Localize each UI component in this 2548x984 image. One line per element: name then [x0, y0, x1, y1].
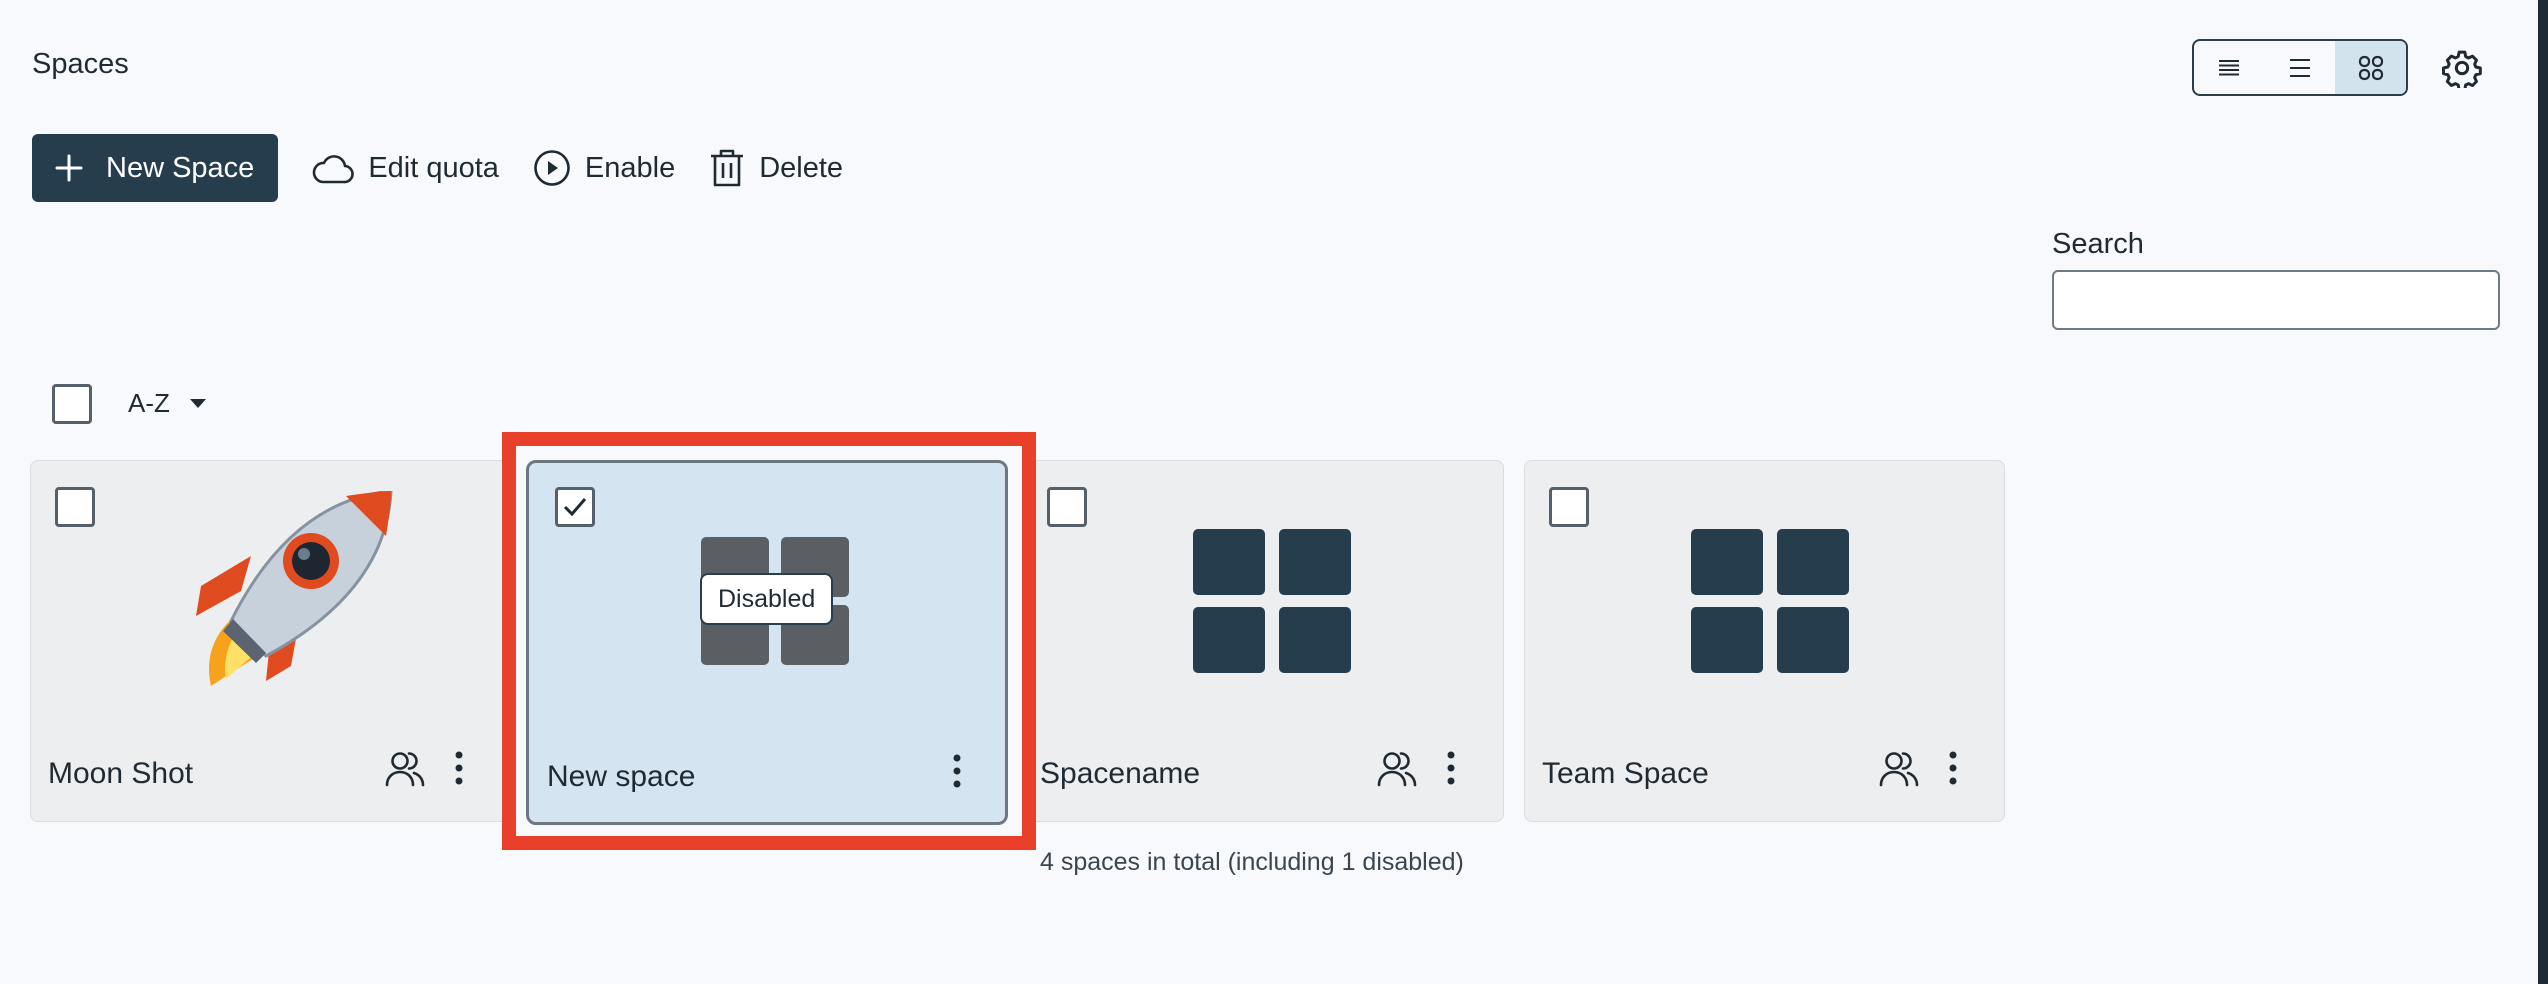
- view-toggle: [2192, 39, 2408, 96]
- caret-down-icon: [189, 399, 206, 408]
- kebab-menu-icon: [455, 751, 463, 785]
- kebab-menu-icon: [1447, 751, 1455, 785]
- new-space-button[interactable]: New Space: [32, 134, 279, 202]
- spaces-app: Spaces New Space Edit quota Enable Delet…: [0, 0, 2548, 984]
- members-button[interactable]: [1877, 746, 1921, 790]
- edit-quota-label: Edit quota: [368, 151, 499, 184]
- kebab-menu-icon: [1949, 751, 1957, 785]
- rocket-emoji-image: [196, 491, 393, 686]
- checkmark-icon: [563, 498, 587, 517]
- search-label: Search: [2052, 228, 2144, 260]
- more-actions-button[interactable]: [447, 746, 471, 790]
- space-checkbox-checked[interactable]: [555, 487, 595, 527]
- page-title: Spaces: [32, 48, 129, 80]
- play-circle-icon: [534, 150, 570, 186]
- cloud-icon: [313, 155, 355, 184]
- sort-label: A-Z: [128, 388, 170, 418]
- window-edge: [2538, 0, 2548, 984]
- plus-icon: [55, 154, 83, 182]
- search-input[interactable]: [2052, 270, 2500, 330]
- users-icon: [1377, 752, 1417, 787]
- space-card-team-space[interactable]: Team Space: [1524, 460, 2005, 822]
- table-view-button[interactable]: [2265, 41, 2336, 94]
- delete-label: Delete: [759, 151, 844, 184]
- space-name: New space: [547, 760, 696, 793]
- space-card-spacename[interactable]: Spacename: [1022, 460, 1504, 822]
- spaces-summary: 4 spaces in total (including 1 disabled): [1040, 848, 1464, 876]
- space-name: Moon Shot: [48, 757, 194, 790]
- toolbar: New Space Edit quota Enable Delete: [32, 134, 843, 202]
- kebab-menu-icon: [953, 754, 961, 788]
- space-card-moon-shot[interactable]: Moon Shot: [30, 460, 511, 822]
- space-checkbox[interactable]: [1549, 487, 1589, 527]
- select-all-checkbox[interactable]: [52, 384, 92, 424]
- more-actions-button[interactable]: [1439, 746, 1463, 790]
- space-checkbox[interactable]: [55, 487, 95, 527]
- users-icon: [1879, 752, 1919, 787]
- enable-button[interactable]: Enable: [533, 149, 675, 187]
- more-actions-button[interactable]: [945, 749, 969, 793]
- space-grid-icon: [1193, 529, 1351, 673]
- new-space-label: New Space: [106, 151, 255, 184]
- disabled-badge: Disabled: [700, 573, 834, 625]
- members-button[interactable]: [383, 746, 427, 790]
- gear-icon: [2442, 50, 2482, 88]
- delete-button[interactable]: Delete: [709, 148, 843, 188]
- users-icon: [385, 752, 425, 787]
- sort-dropdown[interactable]: A-Z: [128, 388, 206, 419]
- space-name: Spacename: [1040, 757, 1201, 790]
- condensed-table-view-button[interactable]: [2194, 41, 2265, 94]
- edit-quota-button[interactable]: Edit quota: [312, 150, 499, 186]
- members-button[interactable]: [1375, 746, 1419, 790]
- more-actions-button[interactable]: [1941, 746, 1965, 790]
- space-name: Team Space: [1542, 757, 1709, 790]
- space-card-new-space[interactable]: Disabled New space: [526, 460, 1008, 825]
- tiles-grid-icon: [2358, 55, 2383, 80]
- space-checkbox[interactable]: [1047, 487, 1087, 527]
- settings-button[interactable]: [2440, 46, 2484, 90]
- tiles-view-button[interactable]: [2335, 41, 2406, 94]
- trash-icon: [711, 149, 744, 187]
- list-icon: [2290, 58, 2310, 77]
- condensed-list-icon: [2219, 59, 2240, 75]
- space-grid-icon: [1691, 529, 1849, 673]
- enable-label: Enable: [584, 151, 676, 184]
